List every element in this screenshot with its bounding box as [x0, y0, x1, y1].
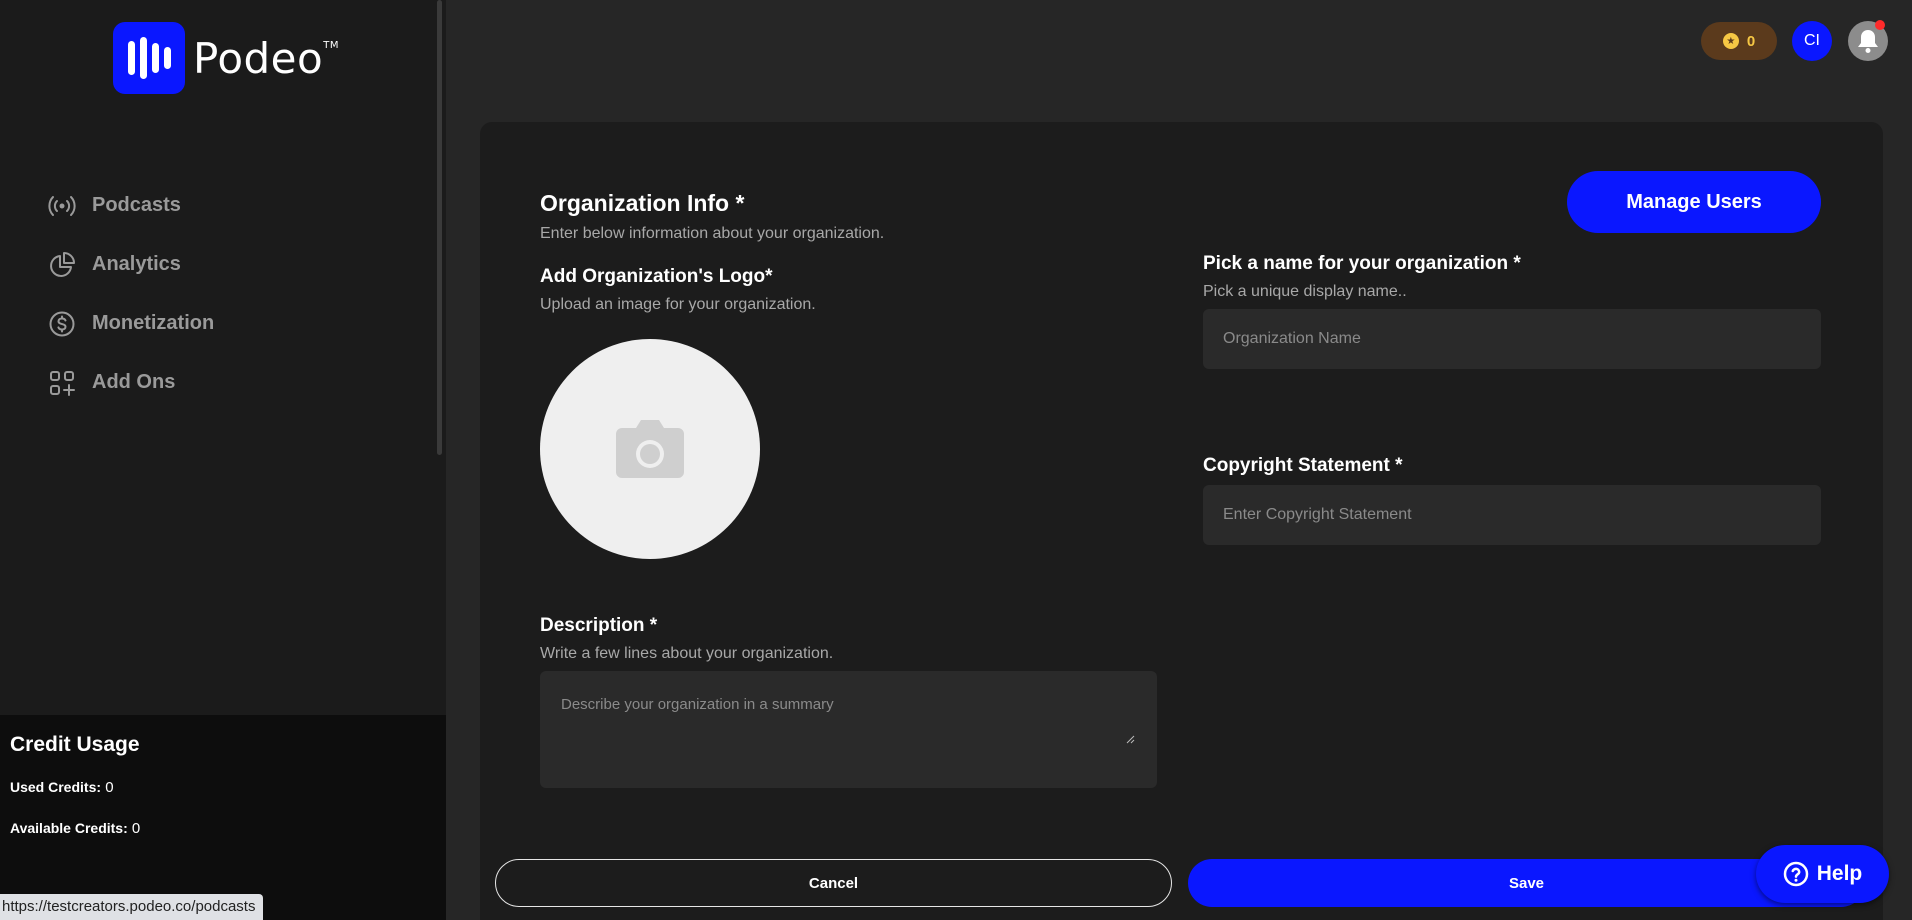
- resize-handle-icon[interactable]: [1125, 734, 1135, 744]
- podeo-logo-icon: [113, 22, 185, 94]
- cancel-button[interactable]: Cancel: [495, 859, 1172, 907]
- avatar[interactable]: CI: [1792, 21, 1832, 61]
- sidebar-item-label: Analytics: [92, 253, 181, 275]
- used-credits-label: Used Credits:: [10, 779, 102, 795]
- sidebar: PodeoTM Podcasts Analytics Monetization: [0, 0, 446, 920]
- help-label: Help: [1816, 862, 1863, 885]
- sidebar-item-add-ons[interactable]: Add Ons: [48, 353, 214, 412]
- sidebar-item-monetization[interactable]: Monetization: [48, 294, 214, 353]
- status-bar-url: https://testcreators.podeo.co/podcasts: [0, 894, 264, 920]
- org-name-subtitle: Pick a unique display name..: [1203, 283, 1407, 300]
- help-button[interactable]: Help: [1756, 845, 1889, 903]
- page-subtitle: Enter below information about your organ…: [540, 225, 885, 242]
- podeo-logo[interactable]: PodeoTM: [113, 22, 339, 94]
- page-title: Organization Info *: [540, 190, 745, 216]
- used-credits-value: 0: [105, 779, 114, 796]
- available-credits-value: 0: [131, 820, 141, 837]
- sidebar-nav: Podcasts Analytics Monetization Add Ons: [48, 176, 214, 412]
- bell-icon: [1858, 30, 1878, 53]
- used-credits: Used Credits: 0: [10, 779, 436, 796]
- sidebar-item-analytics[interactable]: Analytics: [48, 235, 214, 294]
- sidebar-item-label: Monetization: [92, 312, 215, 334]
- copyright-label: Copyright Statement *: [1203, 455, 1403, 476]
- credit-usage-panel: Credit Usage Used Credits: 0 Available C…: [0, 715, 446, 920]
- camera-icon: [616, 420, 684, 478]
- org-name-input[interactable]: Organization Name: [1203, 309, 1821, 369]
- sidebar-item-podcasts[interactable]: Podcasts: [48, 176, 214, 235]
- credit-usage-title: Credit Usage: [10, 733, 140, 756]
- copyright-input[interactable]: Enter Copyright Statement: [1203, 485, 1821, 545]
- sidebar-item-label: Add Ons: [92, 371, 176, 393]
- sidebar-item-label: Podcasts: [92, 194, 181, 216]
- dollar-icon: [49, 311, 75, 336]
- grid-plus-icon: [50, 370, 75, 396]
- star-coin-icon: ★: [1722, 33, 1739, 49]
- description-subtitle: Write a few lines about your organizatio…: [540, 645, 834, 662]
- description-textarea[interactable]: Describe your organization in a summary: [540, 671, 1157, 788]
- question-circle-icon: [1783, 861, 1808, 887]
- notification-dot: [1875, 20, 1885, 30]
- sidebar-scrollbar[interactable]: [437, 0, 442, 455]
- coins-count: 0: [1746, 32, 1756, 50]
- description-label: Description *: [540, 615, 658, 636]
- broadcast-icon: [48, 195, 76, 216]
- org-name-label: Pick a name for your organization *: [1203, 253, 1521, 274]
- logo-label: Add Organization's Logo*: [540, 266, 773, 287]
- coins-badge[interactable]: ★ 0: [1701, 22, 1777, 60]
- available-credits-label: Available Credits:: [10, 820, 128, 836]
- logo-subtitle: Upload an image for your organization.: [540, 296, 816, 313]
- manage-users-button[interactable]: Manage Users: [1567, 171, 1821, 233]
- pie-chart-icon: [50, 251, 75, 277]
- available-credits: Available Credits: 0: [10, 820, 436, 837]
- logo-upload[interactable]: [540, 339, 760, 559]
- logo-trademark: TM: [323, 39, 339, 51]
- logo-text: Podeo: [193, 33, 324, 83]
